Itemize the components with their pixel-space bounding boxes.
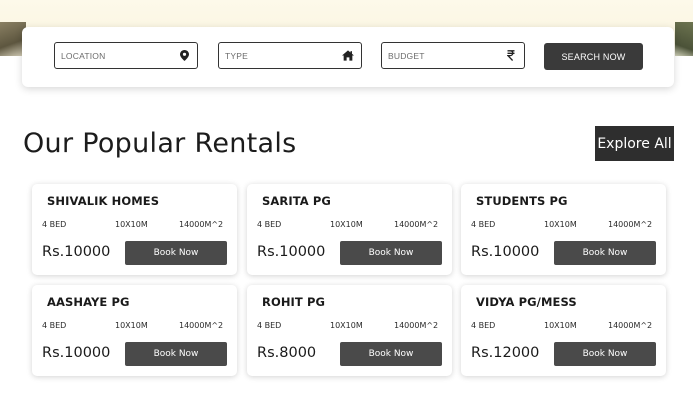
book-now-button[interactable]: Book Now xyxy=(125,241,227,265)
listing-price: Rs.12000 xyxy=(471,345,540,361)
rupee-icon xyxy=(505,50,517,62)
listing-beds: 4 BED xyxy=(42,220,67,229)
listing-size: 10X10M xyxy=(544,220,577,229)
listing-card-sarita-pg[interactable]: SARITA PG 4 BED 10X10M 14000M^2 Rs.10000… xyxy=(247,184,452,275)
home-icon xyxy=(342,50,354,62)
listing-price: Rs.10000 xyxy=(471,244,540,260)
location-placeholder: LOCATION xyxy=(61,50,106,61)
listing-size: 10X10M xyxy=(115,220,148,229)
listing-card-shivalik-homes[interactable]: SHIVALIK HOMES 4 BED 10X10M 14000M^2 Rs.… xyxy=(32,184,237,275)
type-placeholder: TYPE xyxy=(225,50,249,61)
search-now-button[interactable]: SEARCH NOW xyxy=(544,43,643,70)
listing-beds: 4 BED xyxy=(257,220,282,229)
listing-beds: 4 BED xyxy=(471,220,496,229)
listing-beds: 4 BED xyxy=(471,321,496,330)
listing-area: 14000M^2 xyxy=(179,321,224,330)
listing-name: ROHIT PG xyxy=(262,295,326,309)
search-panel: LOCATION TYPE BUDGET SEARCH NOW xyxy=(22,27,674,87)
listing-name: VIDYA PG/MESS xyxy=(476,295,577,309)
listing-price: Rs.8000 xyxy=(257,345,317,361)
section-title: Our Popular Rentals xyxy=(23,128,297,159)
listing-beds: 4 BED xyxy=(257,321,282,330)
book-now-button[interactable]: Book Now xyxy=(340,342,442,366)
listing-area: 14000M^2 xyxy=(179,220,224,229)
listing-area: 14000M^2 xyxy=(394,321,439,330)
listing-area: 14000M^2 xyxy=(608,220,653,229)
listing-beds: 4 BED xyxy=(42,321,67,330)
listing-name: AASHAYE PG xyxy=(47,295,130,309)
explore-all-button[interactable]: Explore All xyxy=(595,126,674,161)
listing-name: SARITA PG xyxy=(262,194,331,208)
book-now-button[interactable]: Book Now xyxy=(340,241,442,265)
listing-area: 14000M^2 xyxy=(608,321,653,330)
type-field[interactable]: TYPE xyxy=(218,42,362,69)
listing-price: Rs.10000 xyxy=(42,345,111,361)
listing-card-vidya-pg-mess[interactable]: VIDYA PG/MESS 4 BED 10X10M 14000M^2 Rs.1… xyxy=(461,285,666,376)
listing-card-rohit-pg[interactable]: ROHIT PG 4 BED 10X10M 14000M^2 Rs.8000 B… xyxy=(247,285,452,376)
listing-area: 14000M^2 xyxy=(394,220,439,229)
book-now-button[interactable]: Book Now xyxy=(125,342,227,366)
listing-card-students-pg[interactable]: STUDENTS PG 4 BED 10X10M 14000M^2 Rs.100… xyxy=(461,184,666,275)
hero-image-edge-right xyxy=(675,22,693,56)
location-field[interactable]: LOCATION xyxy=(54,42,198,69)
listing-card-aashaye-pg[interactable]: AASHAYE PG 4 BED 10X10M 14000M^2 Rs.1000… xyxy=(32,285,237,376)
listing-price: Rs.10000 xyxy=(42,244,111,260)
book-now-button[interactable]: Book Now xyxy=(554,342,656,366)
listing-name: STUDENTS PG xyxy=(476,194,568,208)
map-marker-icon xyxy=(178,50,190,62)
listing-price: Rs.10000 xyxy=(257,244,326,260)
listing-size: 10X10M xyxy=(115,321,148,330)
listing-name: SHIVALIK HOMES xyxy=(47,194,160,208)
listing-size: 10X10M xyxy=(330,321,363,330)
book-now-button[interactable]: Book Now xyxy=(554,241,656,265)
budget-field[interactable]: BUDGET xyxy=(381,42,525,69)
listing-size: 10X10M xyxy=(330,220,363,229)
listing-size: 10X10M xyxy=(544,321,577,330)
budget-placeholder: BUDGET xyxy=(388,50,425,61)
